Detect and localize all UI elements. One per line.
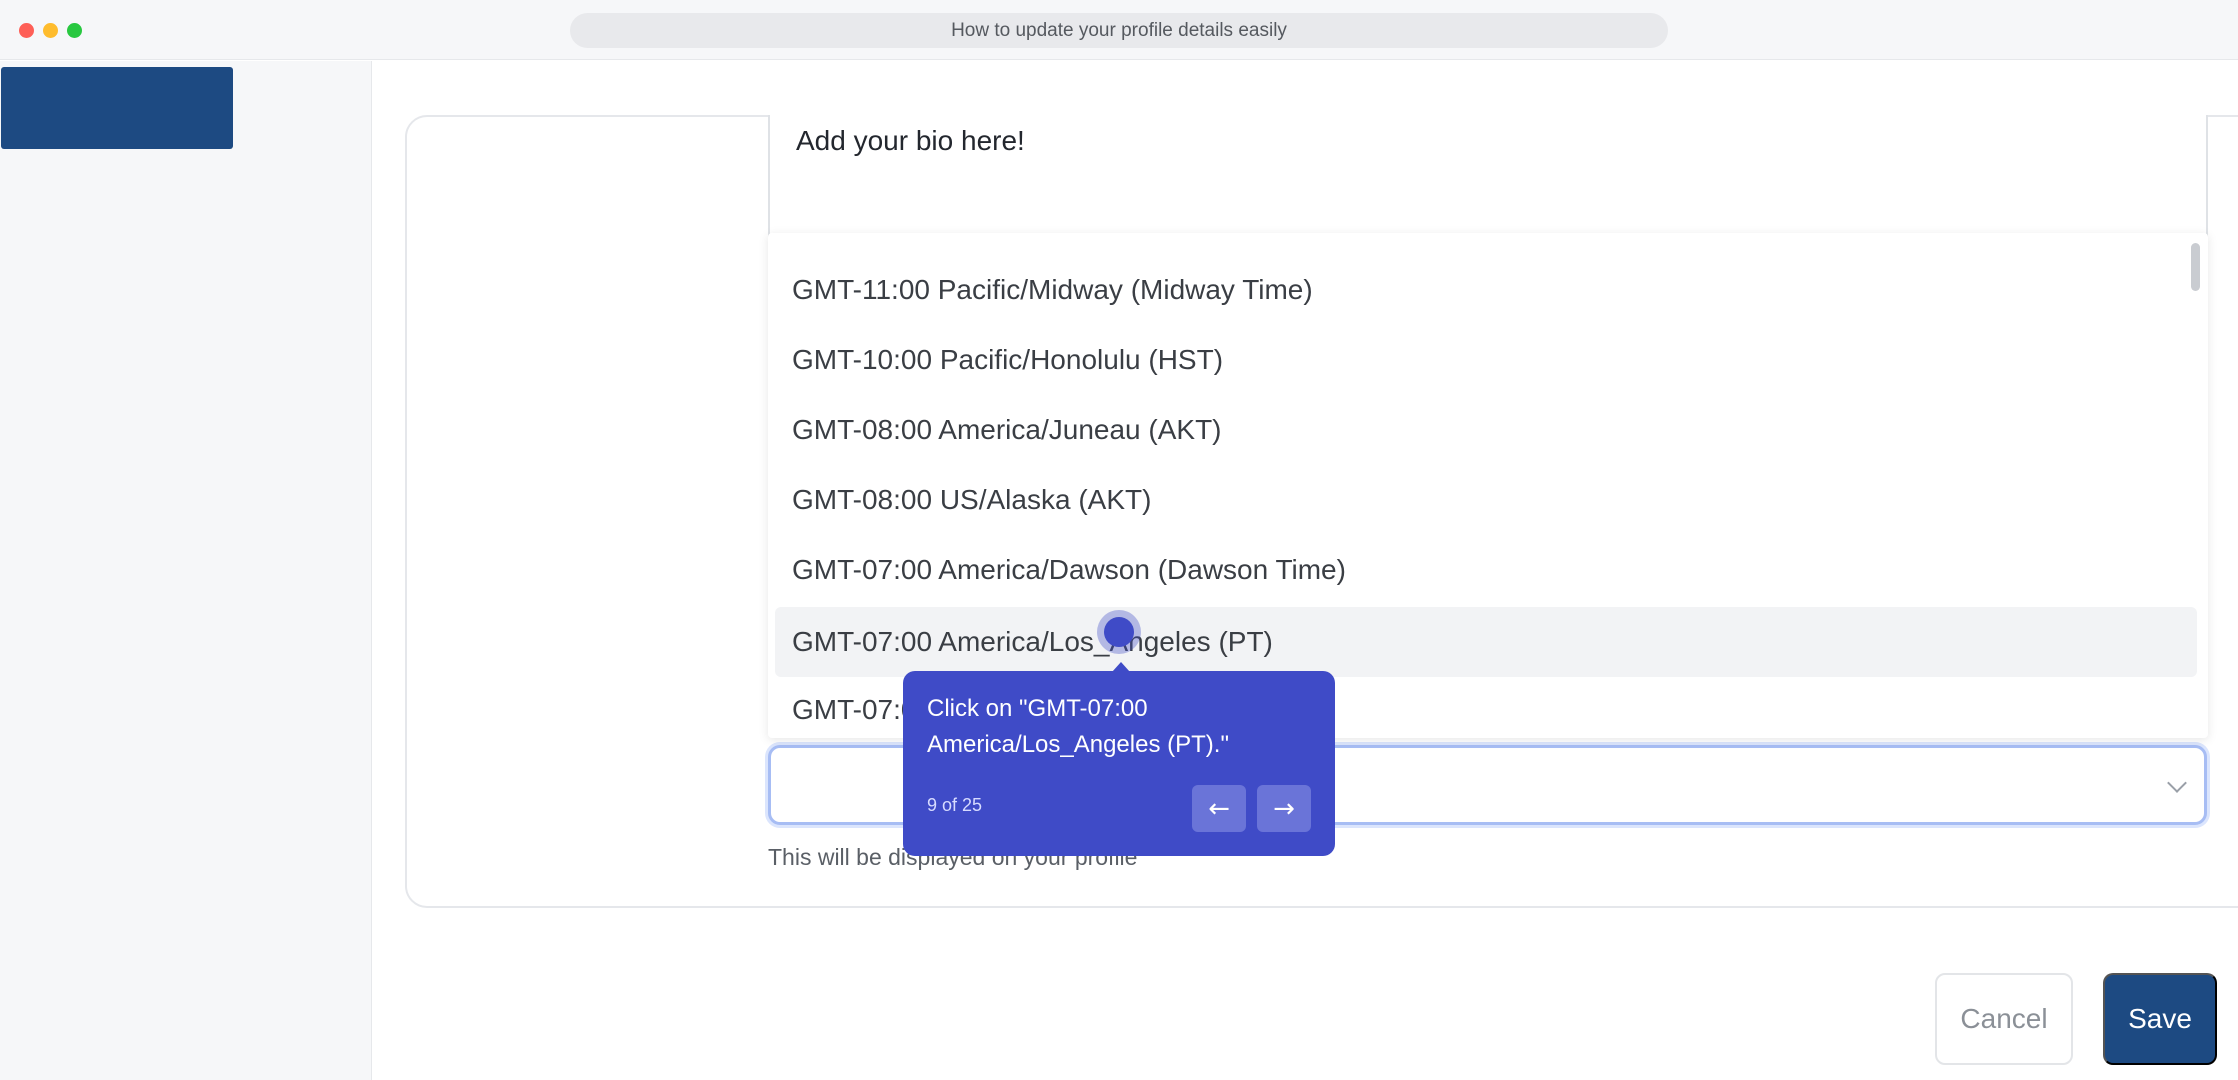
arrow-right-icon: → bbox=[1273, 793, 1295, 824]
sidebar-active-item[interactable] bbox=[1, 67, 233, 149]
dropdown-scrollbar[interactable] bbox=[2191, 243, 2200, 291]
dropdown-option[interactable]: GMT-08:00 America/Juneau (AKT) bbox=[768, 395, 2192, 465]
cancel-button[interactable]: Cancel bbox=[1935, 973, 2073, 1065]
tooltip-next-button[interactable]: → bbox=[1257, 785, 1311, 832]
tooltip-instruction: Click on "GMT-07:00 America/Los_Angeles … bbox=[927, 695, 1229, 758]
dropdown-option[interactable]: GMT-11:00 Pacific/Midway (Midway Time) bbox=[768, 255, 2192, 325]
arrow-left-icon: ← bbox=[1208, 793, 1230, 824]
dropdown-option[interactable]: GMT-07:00 America/Dawson (Dawson Time) bbox=[768, 535, 2192, 605]
tooltip-prev-button[interactable]: ← bbox=[1192, 785, 1246, 832]
window-title-bar[interactable]: How to update your profile details easil… bbox=[570, 13, 1668, 48]
title-bar: How to update your profile details easil… bbox=[0, 0, 2238, 60]
chevron-down-icon[interactable] bbox=[2167, 773, 2187, 793]
minimize-window-icon[interactable] bbox=[43, 23, 58, 38]
bio-text: Add your bio here! bbox=[796, 125, 1025, 156]
browser-window: How to update your profile details easil… bbox=[0, 0, 2238, 1080]
dropdown-option-highlighted[interactable]: GMT-07:00 America/Los_Angeles (PT) bbox=[775, 607, 2197, 677]
dropdown-option[interactable]: GMT-08:00 US/Alaska (AKT) bbox=[768, 465, 2192, 535]
save-button[interactable]: Save bbox=[2103, 973, 2217, 1065]
bio-textarea[interactable]: Add your bio here! bbox=[768, 115, 2208, 245]
guide-tooltip: Click on "GMT-07:00 America/Los_Angeles … bbox=[903, 662, 1335, 856]
tooltip-step-counter: 9 of 25 bbox=[927, 795, 983, 815]
tooltip-pointer bbox=[1112, 662, 1130, 672]
timezone-dropdown-list[interactable]: GMT-11:00 Pacific/Midway (Midway Time) G… bbox=[768, 233, 2208, 738]
sidebar bbox=[0, 61, 372, 1080]
maximize-window-icon[interactable] bbox=[67, 23, 82, 38]
dropdown-option[interactable]: GMT-10:00 Pacific/Honolulu (HST) bbox=[768, 325, 2192, 395]
click-target-indicator bbox=[1097, 610, 1141, 654]
close-window-icon[interactable] bbox=[19, 23, 34, 38]
